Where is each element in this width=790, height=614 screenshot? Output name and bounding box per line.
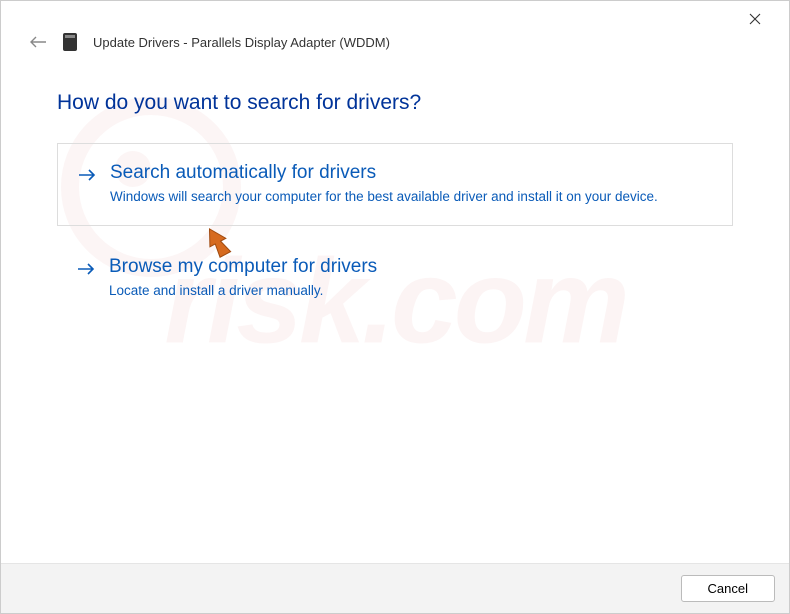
back-arrow-icon <box>29 35 47 49</box>
arrow-icon <box>78 168 96 207</box>
arrow-icon <box>77 262 95 301</box>
option-browse-computer[interactable]: Browse my computer for drivers Locate an… <box>57 250 733 319</box>
option-description: Windows will search your computer for th… <box>110 188 712 207</box>
content-area: How do you want to search for drivers? S… <box>1 51 789 319</box>
option-title: Search automatically for drivers <box>110 162 712 184</box>
cancel-button[interactable]: Cancel <box>681 575 775 602</box>
option-search-automatically[interactable]: Search automatically for drivers Windows… <box>57 143 733 226</box>
device-icon <box>63 33 77 51</box>
close-button[interactable] <box>733 4 777 34</box>
main-question: How do you want to search for drivers? <box>57 91 733 115</box>
dialog-footer: Cancel <box>1 563 789 613</box>
dialog-window: risk.com Update Drivers - Parallels Disp… <box>0 0 790 614</box>
option-title: Browse my computer for drivers <box>109 256 713 278</box>
titlebar <box>1 1 789 37</box>
back-button[interactable] <box>29 33 47 51</box>
header-row: Update Drivers - Parallels Display Adapt… <box>1 33 789 51</box>
option-description: Locate and install a driver manually. <box>109 282 713 301</box>
option-body: Search automatically for drivers Windows… <box>110 162 712 207</box>
dialog-title: Update Drivers - Parallels Display Adapt… <box>93 35 390 50</box>
option-body: Browse my computer for drivers Locate an… <box>109 256 713 301</box>
close-icon <box>749 13 761 25</box>
